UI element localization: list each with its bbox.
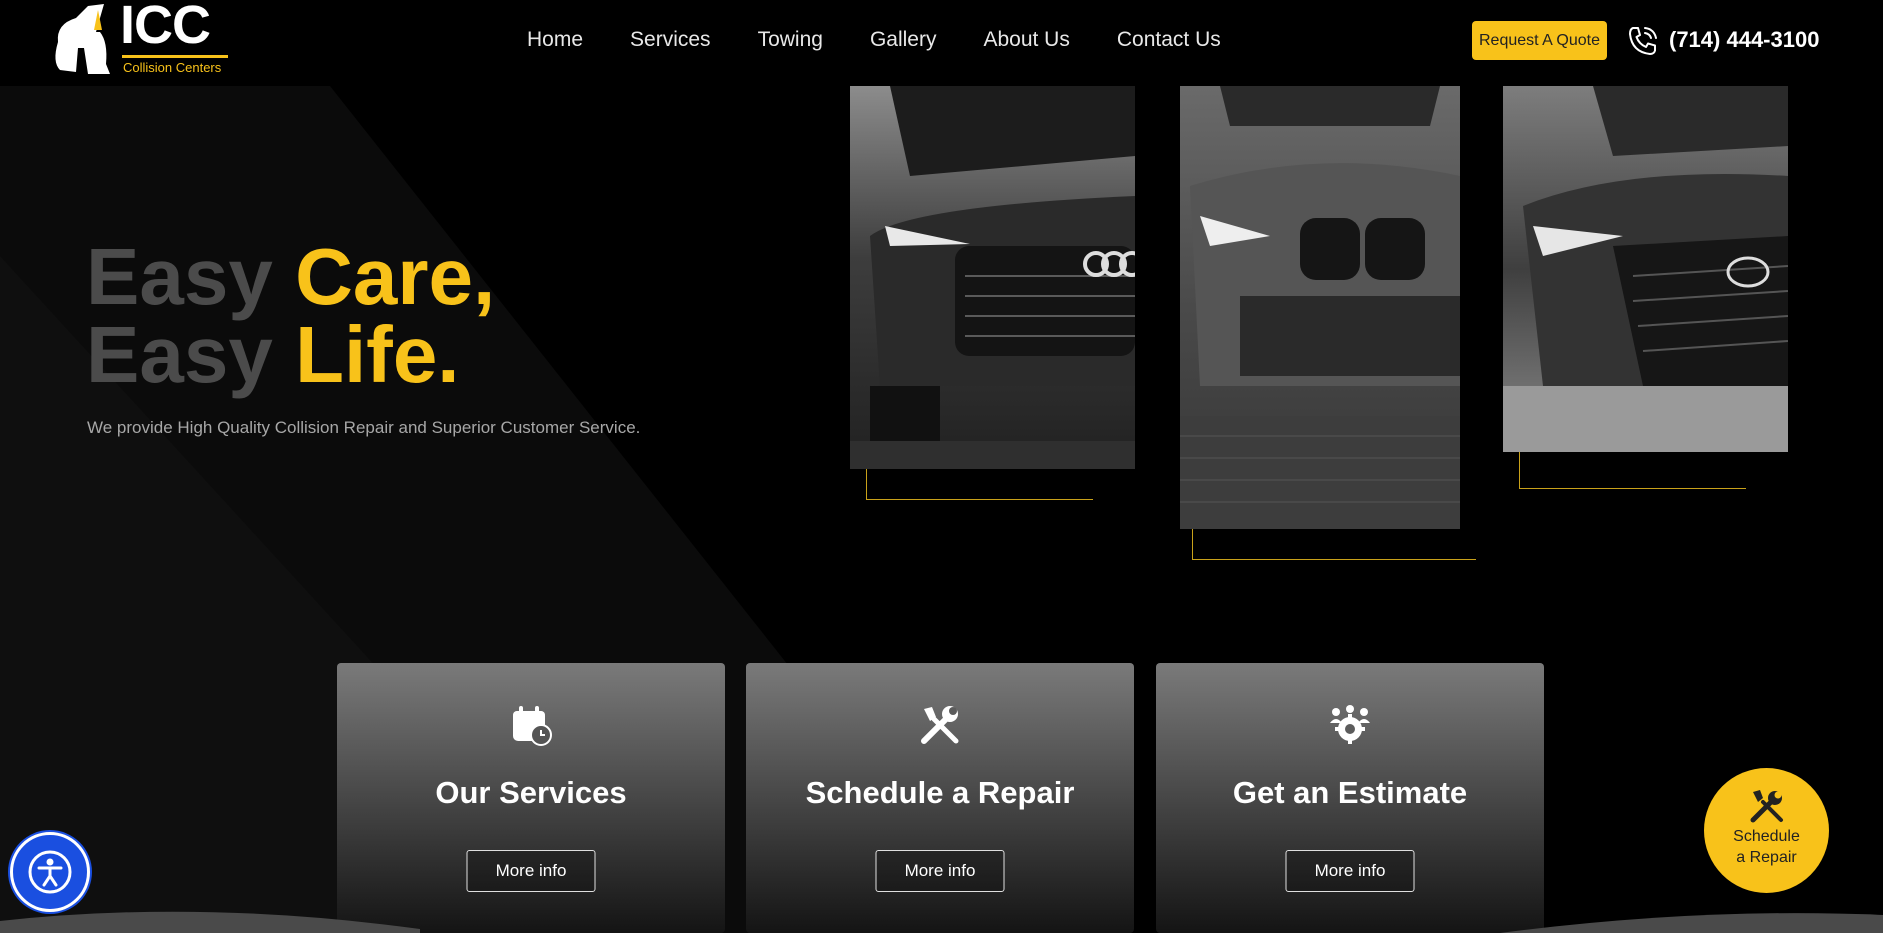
nav-contact-us[interactable]: Contact Us xyxy=(1117,26,1221,54)
nav-gallery[interactable]: Gallery xyxy=(870,26,937,54)
main-nav: Home Services Towing Gallery About Us Co… xyxy=(527,26,1268,54)
hero-headline: Easy Care, Easy Life. xyxy=(86,237,495,395)
phone-icon[interactable] xyxy=(1626,24,1660,58)
logo-wordmark: ICC xyxy=(120,0,211,55)
more-info-button[interactable]: More info xyxy=(1285,850,1415,892)
bottom-section-curve xyxy=(0,911,1883,933)
more-info-button[interactable]: More info xyxy=(875,850,1005,892)
car-photo-lexus xyxy=(1503,86,1788,452)
logo-divider xyxy=(122,55,228,58)
fab-label-line2: a Repair xyxy=(1736,849,1797,866)
card-title: Get an Estimate xyxy=(1232,775,1468,810)
site-logo[interactable]: ICC Collision Centers xyxy=(48,0,238,78)
card-title: Our Services xyxy=(435,775,627,810)
schedule-repair-fab[interactable]: Schedule a Repair xyxy=(1704,768,1829,893)
calendar-clock-icon xyxy=(513,706,552,746)
car-photo-audi xyxy=(850,86,1135,469)
logo-subtitle: Collision Centers xyxy=(123,60,222,75)
accessibility-icon xyxy=(28,850,72,894)
hero-line2-gold: Life. xyxy=(295,310,460,399)
nav-services[interactable]: Services xyxy=(630,26,711,54)
hero-line1-dim: Easy xyxy=(86,232,273,321)
nav-about-us[interactable]: About Us xyxy=(983,26,1069,54)
nav-towing[interactable]: Towing xyxy=(758,26,823,54)
car-photo-bmw xyxy=(1180,86,1460,529)
fab-label-line1: Schedule xyxy=(1733,828,1800,845)
phone-number[interactable]: (714) 444-3100 xyxy=(1669,27,1819,53)
more-info-button[interactable]: More info xyxy=(466,850,596,892)
hero-line1-gold: Care, xyxy=(295,232,496,321)
hero-line2-dim: Easy xyxy=(86,310,273,399)
tools-icon xyxy=(1750,790,1783,823)
logo-mark-icon xyxy=(55,4,110,74)
accessibility-button[interactable] xyxy=(10,832,90,912)
request-quote-button[interactable]: Request A Quote xyxy=(1472,21,1607,60)
site-header: ICC Collision Centers Home Services Towi… xyxy=(0,0,1883,86)
nav-home[interactable]: Home xyxy=(527,26,583,54)
card-title: Schedule a Repair xyxy=(805,775,1075,810)
wrench-screwdriver-icon xyxy=(921,706,959,744)
team-gear-icon xyxy=(1330,705,1370,744)
hero-subtitle: We provide High Quality Collision Repair… xyxy=(87,418,641,437)
